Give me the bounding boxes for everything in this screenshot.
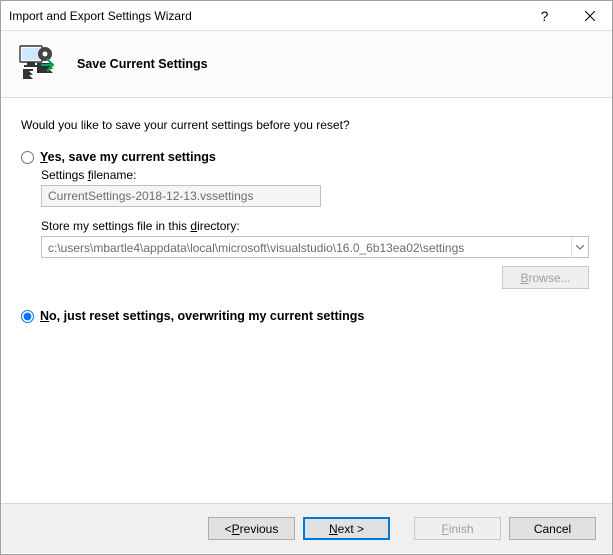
next-button[interactable]: Next >: [303, 517, 390, 540]
cancel-button[interactable]: Cancel: [509, 517, 596, 540]
filename-label: Settings filename:: [41, 168, 592, 182]
radio-yes-label: Yes, save my current settings: [40, 150, 216, 164]
chevron-down-icon: [576, 245, 584, 250]
directory-dropdown-button[interactable]: [571, 237, 588, 257]
wizard-step-title: Save Current Settings: [77, 57, 208, 71]
wizard-footer: < Previous Next > Finish Cancel: [1, 503, 612, 553]
help-button[interactable]: ?: [522, 1, 567, 31]
wizard-content: Would you like to save your current sett…: [1, 98, 612, 503]
settings-transfer-icon: [19, 45, 57, 83]
radio-no-label: No, just reset settings, overwriting my …: [40, 309, 364, 323]
close-button[interactable]: [567, 1, 612, 31]
titlebar: Import and Export Settings Wizard ?: [1, 1, 612, 31]
close-icon: [585, 11, 595, 21]
radio-no-input[interactable]: [21, 310, 34, 323]
directory-label: Store my settings file in this directory…: [41, 219, 592, 233]
finish-button: Finish: [414, 517, 501, 540]
previous-button[interactable]: < Previous: [208, 517, 295, 540]
window-title: Import and Export Settings Wizard: [9, 9, 522, 23]
radio-yes-input[interactable]: [21, 151, 34, 164]
browse-button: BBrowse...rowse...: [502, 266, 589, 289]
wizard-header: Save Current Settings: [1, 31, 612, 98]
directory-combo[interactable]: c:\users\mbartle4\appdata\local\microsof…: [41, 236, 589, 258]
filename-input[interactable]: [41, 185, 321, 207]
directory-value: c:\users\mbartle4\appdata\local\microsof…: [42, 237, 571, 257]
yes-sub-block: Settings filename: Store my settings fil…: [41, 168, 592, 289]
prompt-text: Would you like to save your current sett…: [21, 118, 592, 132]
radio-option-yes[interactable]: Yes, save my current settings: [21, 150, 592, 164]
radio-option-no[interactable]: No, just reset settings, overwriting my …: [21, 309, 592, 323]
